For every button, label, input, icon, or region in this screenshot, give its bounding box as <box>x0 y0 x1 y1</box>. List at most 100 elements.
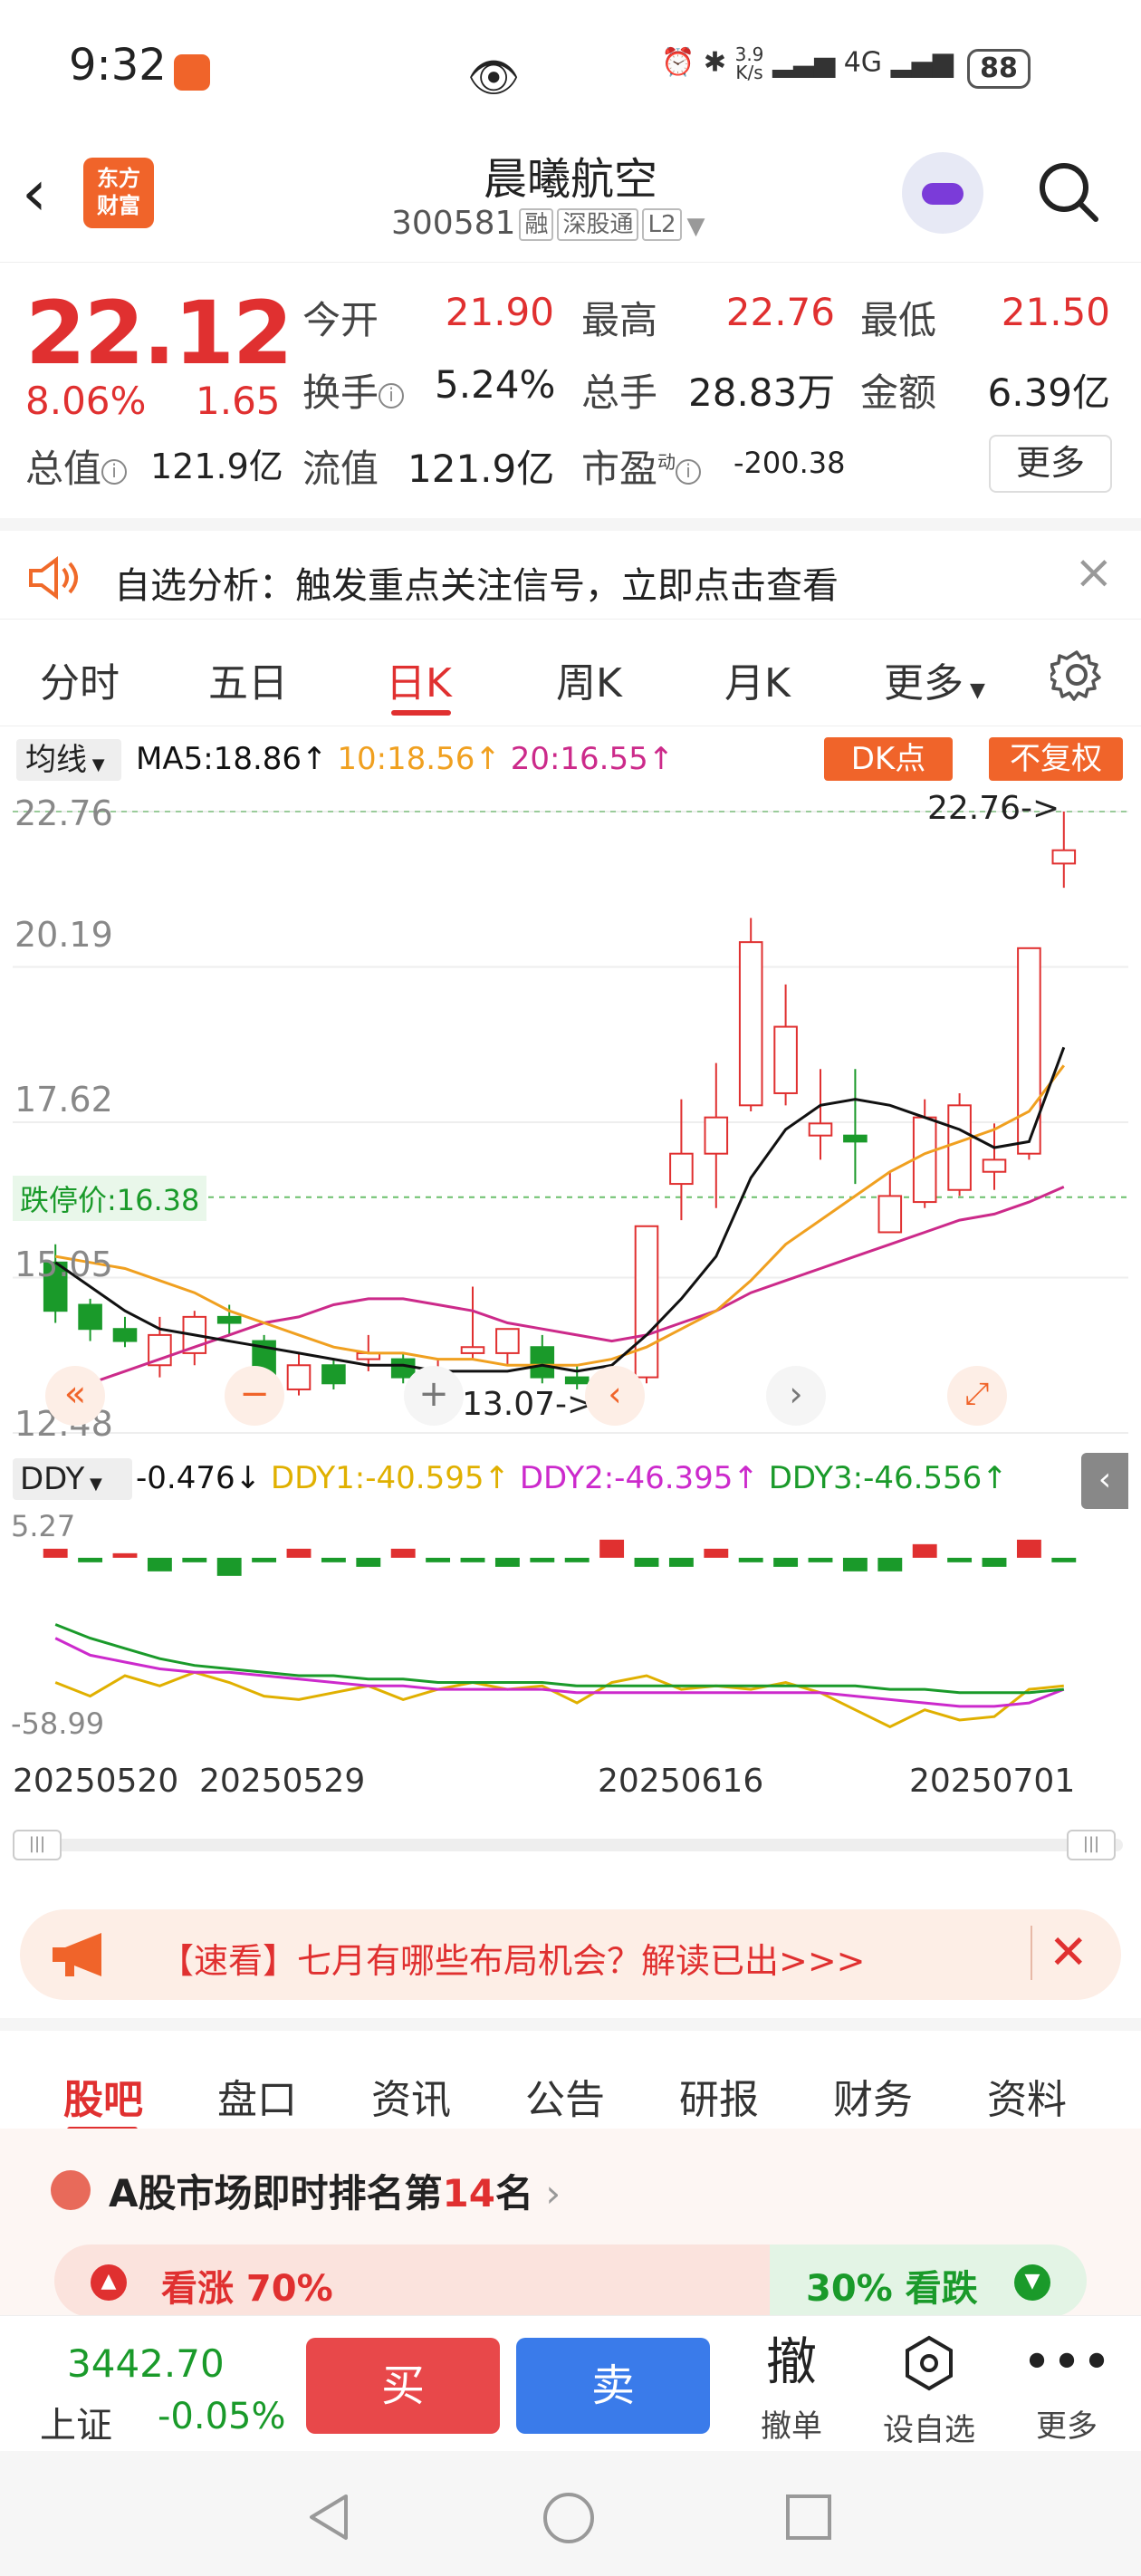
high-label: 最高 <box>581 298 658 342</box>
index-name: 上证 <box>40 2405 112 2446</box>
candle-body <box>669 1152 694 1186</box>
buy-button[interactable]: 买 <box>306 2338 500 2434</box>
caret-down-icon: ▼ <box>686 213 705 240</box>
down-arrow-icon: ▼ <box>1014 2264 1050 2301</box>
zoom-out-icon[interactable]: − <box>225 1366 284 1426</box>
close-icon[interactable]: ✕ <box>1031 1926 1088 1980</box>
sell-button[interactable]: 卖 <box>516 2338 710 2434</box>
ma10-label: 10:18.56↑ <box>337 741 501 777</box>
current-price: 22.12 <box>25 283 293 384</box>
bear-vote[interactable]: 30% 看跌 ▼ <box>770 2244 1087 2317</box>
tab-research[interactable]: 研报 <box>679 2067 759 2125</box>
ddy-bar <box>947 1557 973 1562</box>
ma-legend: MA5:18.86↑ 10:18.56↑ 20:16.55↑ <box>136 741 674 777</box>
y-label: 15.05 <box>14 1245 113 1284</box>
collapse-panel-icon[interactable]: ‹ <box>1081 1453 1128 1509</box>
nav-recents-icon[interactable] <box>784 2493 833 2542</box>
tab-news[interactable]: 资讯 <box>371 2067 451 2125</box>
analysis-alert[interactable]: 自选分析：触发重点关注信号，立即点击查看 × <box>0 518 1141 620</box>
tab-orderbook[interactable]: 盘口 <box>217 2067 297 2125</box>
nav-back-icon[interactable] <box>304 2491 353 2543</box>
y-label: 17.62 <box>14 1080 113 1120</box>
tab-profile[interactable]: 资料 <box>987 2067 1067 2125</box>
limit-down-label: 跌停价:16.38 <box>13 1176 207 1221</box>
pe-label: 市盈动 i <box>581 438 702 494</box>
robot-icon <box>922 183 964 205</box>
cancel-order-button[interactable]: 撤 撤单 <box>737 2334 846 2446</box>
index-value[interactable]: 3442.70 <box>67 2341 225 2386</box>
float-value: 121.9亿 <box>408 447 555 491</box>
scroll-handle-left[interactable]: ||| <box>13 1830 62 1860</box>
ranking-icon <box>51 2170 91 2210</box>
bull-vote[interactable]: ▲ 看涨 70% <box>54 2244 770 2317</box>
nav-home-icon[interactable] <box>542 2491 596 2545</box>
candle-body <box>634 1225 659 1379</box>
ddy-bar <box>530 1557 555 1562</box>
ddy-bar <box>912 1543 937 1558</box>
kline-chart[interactable]: 均线 ▼ MA5:18.86↑ 10:18.56↑ 20:16.55↑ DK点 … <box>0 728 1141 1870</box>
bull-percent: 看涨 70% <box>161 2268 333 2310</box>
info-icon[interactable]: i <box>379 382 405 409</box>
alarm-icon: ⏰ <box>661 46 695 79</box>
kline-svg[interactable] <box>0 728 1141 1870</box>
min-price-marker: 13.07-> <box>462 1386 595 1423</box>
megaphone-icon <box>53 1933 101 1976</box>
ddy-bar <box>216 1557 242 1576</box>
ddy-bar <box>773 1557 799 1567</box>
y-label: 22.76 <box>14 793 113 833</box>
tab-announcements[interactable]: 公告 <box>525 2067 605 2125</box>
market-rank[interactable]: A股市场即时排名第14名 › ▲ 看涨 70% 30% 看跌 ▼ <box>0 2129 1141 2319</box>
add-watchlist-button[interactable]: 设自选 <box>875 2334 983 2449</box>
turnover-label: 换手 i <box>302 362 405 418</box>
zoom-in-icon[interactable]: + <box>404 1366 464 1426</box>
tab-five-day[interactable]: 五日 <box>208 650 288 708</box>
indicator-selector[interactable]: DDY ▼ <box>13 1458 132 1500</box>
candle-body <box>982 1158 1007 1173</box>
more-button[interactable]: ••• 更多 <box>1012 2334 1121 2446</box>
amount-value: 6.39亿 <box>987 370 1110 415</box>
ddy-bar <box>147 1557 172 1572</box>
tab-daily[interactable]: 日K <box>386 650 452 708</box>
speaker-icon <box>29 556 78 600</box>
chevron-right-icon[interactable]: › <box>766 1366 826 1426</box>
scroll-handle-right[interactable]: ||| <box>1067 1830 1116 1860</box>
adjustment-button[interactable]: 不复权 <box>989 737 1123 781</box>
index-change: -0.05% <box>158 2396 286 2437</box>
assistant-avatar[interactable] <box>902 152 983 234</box>
status-icons: ⏰ ✱ 3.9 K/s ▂▃▅ 4G ▂▄▆ <box>661 45 954 82</box>
tab-monthly[interactable]: 月K <box>724 650 791 708</box>
ddy-bar <box>842 1557 868 1572</box>
content-tabs: 股吧 盘口 资讯 公告 研报 财务 资料 <box>0 2018 1141 2132</box>
tab-forum[interactable]: 股吧 <box>63 2067 143 2125</box>
fullscreen-icon[interactable]: ⤢ <box>947 1366 1007 1426</box>
ma5-label: MA5:18.86↑ <box>136 741 328 777</box>
search-icon[interactable] <box>1036 159 1101 225</box>
stock-code-row[interactable]: 300581 融深股通 L2 ▼ <box>391 205 705 242</box>
float-label: 流值 <box>302 447 379 491</box>
chart-scrollbar[interactable] <box>13 1839 1123 1851</box>
tab-intraday[interactable]: 分时 <box>40 650 120 708</box>
date-label: 20250701 <box>909 1763 1076 1800</box>
close-icon[interactable]: × <box>1074 545 1114 600</box>
hexagon-icon <box>906 2335 953 2391</box>
system-nav-bar <box>0 2451 1141 2576</box>
promo-banner[interactable]: 【速看】七月有哪些布局机会？解读已出>>> ✕ <box>20 1909 1121 2000</box>
candle-body <box>460 1346 485 1354</box>
tab-finance[interactable]: 财务 <box>833 2067 913 2125</box>
dk-point-button[interactable]: DK点 <box>824 737 953 781</box>
chevron-left-icon[interactable]: ‹ <box>585 1366 645 1426</box>
status-bar: 9:32 👁 ⏰ ✱ 3.9 K/s ▂▃▅ 4G ▂▄▆ 88 <box>0 0 1141 136</box>
ma-selector[interactable]: 均线 ▼ <box>16 739 121 781</box>
tab-more[interactable]: 更多 ▼ <box>884 650 985 708</box>
ddy-bar <box>704 1548 729 1558</box>
info-icon[interactable]: i <box>101 458 128 485</box>
info-icon[interactable]: i <box>676 458 702 485</box>
settings-gear-icon[interactable] <box>1050 649 1103 701</box>
period-tabs: 分时 五日 日K 周K 月K 更多 ▼ <box>0 621 1141 726</box>
more-quote-button[interactable]: 更多 <box>989 435 1112 493</box>
scroll-left-icon[interactable]: « <box>45 1366 105 1426</box>
tab-weekly[interactable]: 周K <box>556 650 622 708</box>
ddy-bar <box>78 1557 103 1562</box>
ddy-bar <box>182 1557 207 1562</box>
open-label: 今开 <box>302 298 379 342</box>
